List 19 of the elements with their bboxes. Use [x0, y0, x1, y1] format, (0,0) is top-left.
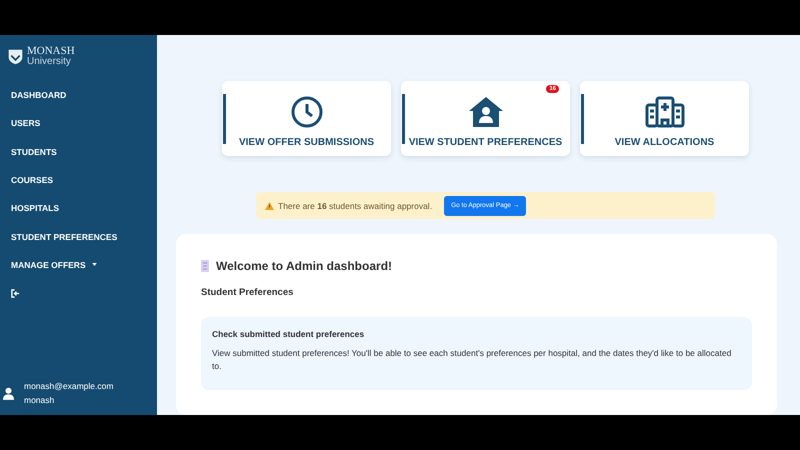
user-email: monash@example.com — [24, 381, 114, 391]
user-name: monash — [24, 395, 56, 405]
nav-link[interactable]: COURSES — [0, 166, 157, 194]
logo-subtitle: University — [27, 57, 72, 67]
section-heading: Student Preferences — [201, 287, 294, 298]
nav-link[interactable]: HOSPITALS — [0, 194, 157, 222]
welcome-title: Welcome to Admin dashboard! — [216, 259, 392, 274]
logo-wordmark: MONASH — [27, 46, 75, 57]
nav-link[interactable]: STUDENT PREFERENCES — [0, 222, 157, 251]
panel-title: Check submitted student preferences — [212, 329, 366, 340]
nav-link[interactable]: USERS — [0, 109, 157, 138]
dashboard-card[interactable]: VIEW ALLOCATIONS — [580, 81, 749, 156]
nav-link[interactable]: DASHBOARD — [0, 81, 157, 110]
nav-link[interactable]: STUDENTS — [0, 138, 157, 166]
info-panel[interactable]: Check submitted student preferences View submitted student preferences! You'll be able to see each student's preferences per hospital, and the dates they'd like to be allocated to. — [201, 317, 752, 390]
panel-text: View submitted student preferences! You'll be able to see each student's preferences per hospital, and the dates they'd like to be allocated to. — [212, 347, 732, 374]
nav-dropdown[interactable]: MANAGE OFFERS — [0, 250, 157, 280]
dashboard-card[interactable]: VIEW OFFER SUBMISSIONS — [222, 81, 391, 156]
alert-message: There are 16 students awaiting approval. — [278, 200, 432, 211]
